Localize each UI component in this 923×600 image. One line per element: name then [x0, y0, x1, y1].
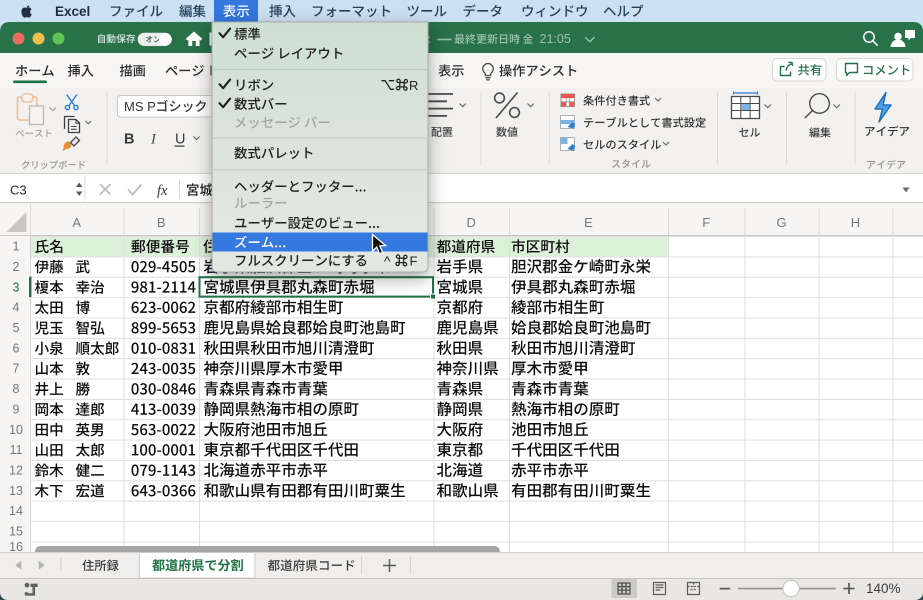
svg-text:6: 6 — [13, 341, 20, 355]
svg-text:^: ^ — [384, 254, 391, 269]
svg-text:Excel: Excel — [55, 4, 90, 19]
svg-text:10: 10 — [9, 423, 23, 437]
svg-text:140%: 140% — [866, 581, 901, 596]
svg-text:16: 16 — [9, 540, 23, 554]
svg-text:4: 4 — [13, 301, 20, 315]
svg-text:E: E — [584, 215, 593, 230]
svg-text:7: 7 — [13, 362, 20, 376]
svg-text:D: D — [467, 215, 476, 230]
svg-text:9: 9 — [13, 402, 20, 416]
svg-text:G: G — [776, 215, 786, 230]
svg-text:2: 2 — [13, 260, 20, 274]
svg-text:8: 8 — [13, 382, 20, 396]
svg-text:21:05: 21:05 — [540, 32, 571, 46]
svg-text:R: R — [409, 78, 418, 93]
svg-text:B: B — [157, 215, 166, 230]
svg-text:C3: C3 — [10, 183, 27, 198]
svg-text:F: F — [410, 253, 418, 268]
svg-text:13: 13 — [9, 484, 23, 498]
svg-text:1: 1 — [13, 240, 20, 254]
svg-text:12: 12 — [9, 464, 23, 478]
svg-text:MS P: MS P — [124, 99, 156, 114]
svg-text:B: B — [124, 132, 134, 148]
svg-text::: : — [516, 32, 520, 46]
svg-text:fx: fx — [157, 183, 168, 199]
svg-text:11: 11 — [10, 443, 23, 457]
svg-text:A: A — [72, 215, 81, 230]
svg-text:5: 5 — [13, 321, 20, 335]
svg-text:U: U — [175, 132, 185, 148]
svg-text:F: F — [702, 215, 710, 230]
svg-text:3: 3 — [13, 280, 20, 294]
svg-text:H: H — [851, 215, 860, 230]
svg-text:15: 15 — [9, 525, 23, 539]
svg-text:14: 14 — [9, 504, 23, 518]
